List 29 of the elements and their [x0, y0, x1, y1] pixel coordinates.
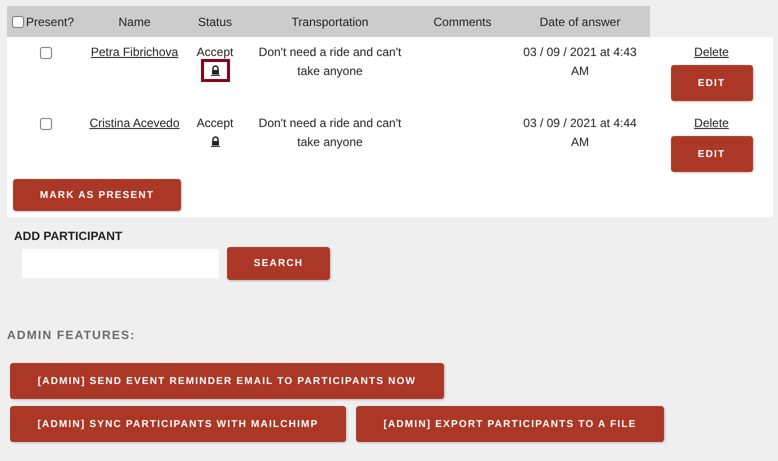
select-all-checkbox[interactable] [12, 16, 24, 28]
status-text: Accept [196, 115, 234, 132]
transportation-text: Don't need a ride and can't take anyone [258, 115, 402, 151]
admin-features-heading: ADMIN FEATURES: [7, 328, 136, 342]
mark-as-present-button[interactable]: MARK AS PRESENT [13, 179, 181, 211]
admin-action-button[interactable]: [ADMIN] EXPORT PARTICIPANTS TO A FILE [356, 406, 664, 442]
column-header: Comments [415, 6, 510, 37]
date-text: 03 / 09 / 2021 at 4:44 AM [522, 115, 638, 151]
lock-icon[interactable] [200, 59, 230, 82]
column-header: Status [185, 6, 245, 37]
edit-button[interactable]: EDIT [670, 136, 752, 172]
delete-link[interactable]: Delete [694, 45, 729, 59]
status-text: Accept [196, 44, 234, 61]
column-header-label: Present? [26, 14, 74, 28]
edit-button[interactable]: EDIT [670, 65, 752, 101]
transportation-text: Don't need a ride and can't take anyone [258, 44, 402, 80]
delete-link[interactable]: Delete [694, 116, 729, 130]
search-button[interactable]: SEARCH [227, 247, 330, 280]
row-checkbox[interactable] [40, 118, 52, 130]
row-checkbox[interactable] [40, 47, 52, 59]
column-header: Date of answer [510, 6, 650, 37]
participant-name-link[interactable]: Petra Fibrichova [90, 45, 178, 59]
column-header: Transportation [245, 6, 415, 37]
add-participant-label: ADD PARTICIPANT [14, 229, 124, 243]
participant-name-link[interactable]: Cristina Acevedo [89, 116, 180, 130]
date-text: 03 / 09 / 2021 at 4:43 AM [522, 44, 638, 80]
column-header: Name [84, 6, 185, 37]
admin-action-button[interactable]: [ADMIN] SEND EVENT REMINDER EMAIL TO PARTICIPANTS NOW [10, 363, 444, 399]
admin-action-button[interactable]: [ADMIN] SYNC PARTICIPANTS WITH MAILCHIMP [10, 406, 346, 442]
